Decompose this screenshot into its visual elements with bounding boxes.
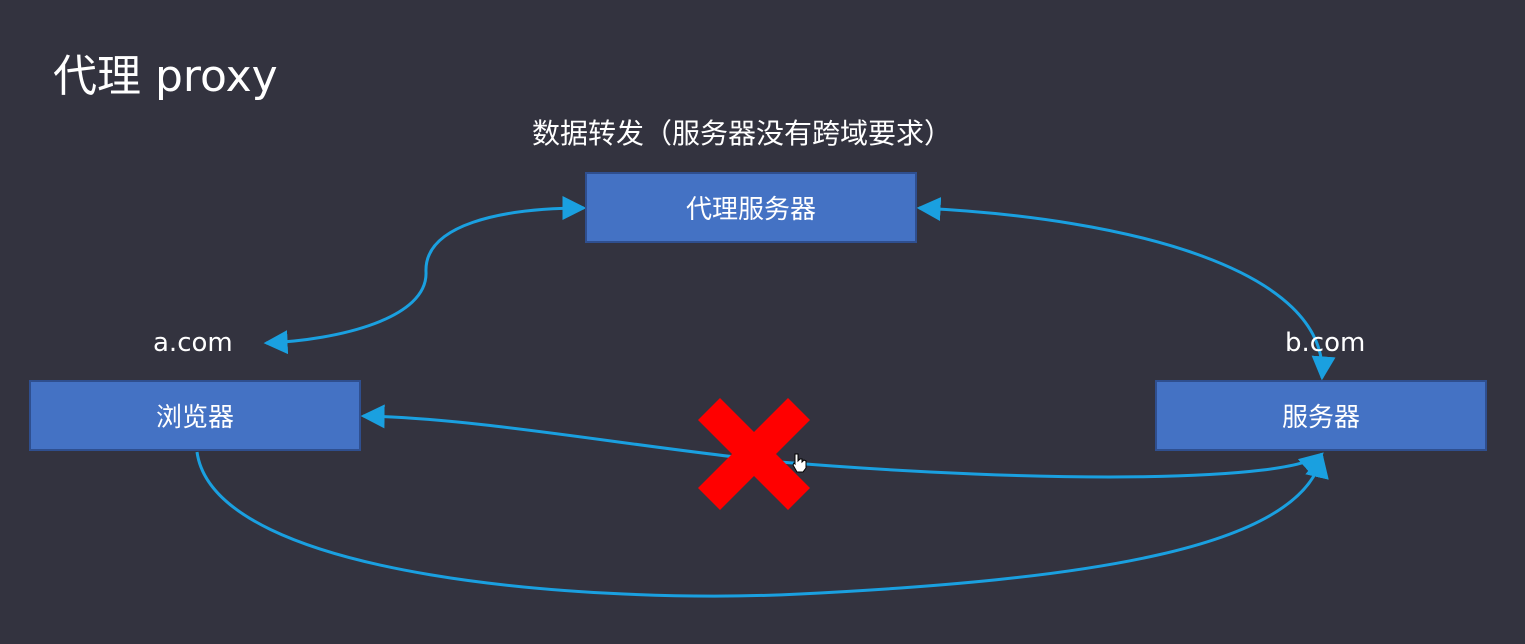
hand-pointer-icon (792, 453, 807, 473)
proxy-server-node: 代理服务器 (585, 172, 917, 243)
connector-layer (195, 196, 1336, 598)
arrow-browser-proxy (263, 196, 587, 355)
domain-label-a: a.com (153, 328, 233, 358)
domain-label-b: b.com (1285, 328, 1366, 358)
browser-node: 浏览器 (29, 380, 361, 451)
arrow-proxy-server (916, 197, 1336, 381)
slide: 代理 proxy 数据转发（服务器没有跨域要求） 代理服务器 浏览器 服务器 a… (0, 0, 1525, 644)
server-node: 服务器 (1155, 380, 1487, 451)
